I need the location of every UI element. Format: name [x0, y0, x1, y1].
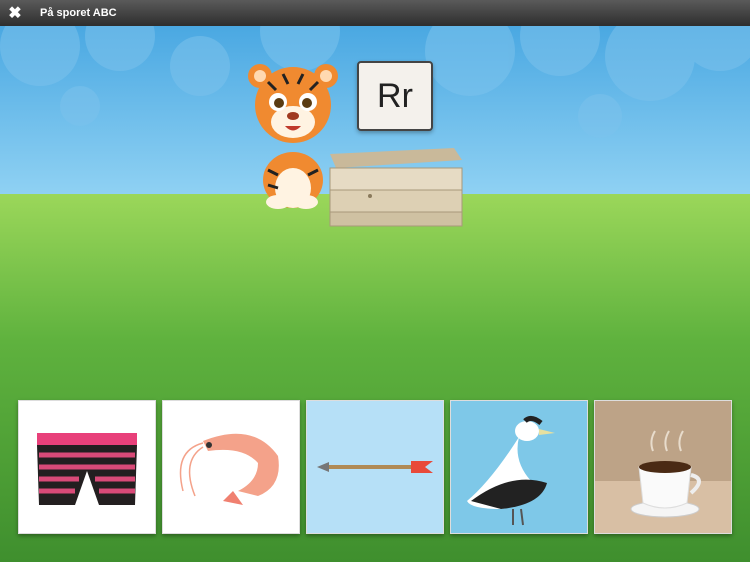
crate — [326, 146, 466, 233]
app-title: På sporet ABC — [40, 7, 117, 19]
letter-card: Rr — [357, 61, 433, 131]
close-icon: ✖ — [8, 5, 22, 22]
title-bar: ✖ På sporet ABC — [0, 0, 750, 26]
option-underpants[interactable] — [18, 400, 156, 534]
option-coffee-cup[interactable] — [594, 400, 732, 534]
option-arrow[interactable] — [306, 400, 444, 534]
option-eider-duck[interactable] — [450, 400, 588, 534]
close-button[interactable]: ✖ — [0, 0, 30, 26]
option-shrimp[interactable] — [162, 400, 300, 534]
game-scene: Rr — [0, 0, 750, 562]
